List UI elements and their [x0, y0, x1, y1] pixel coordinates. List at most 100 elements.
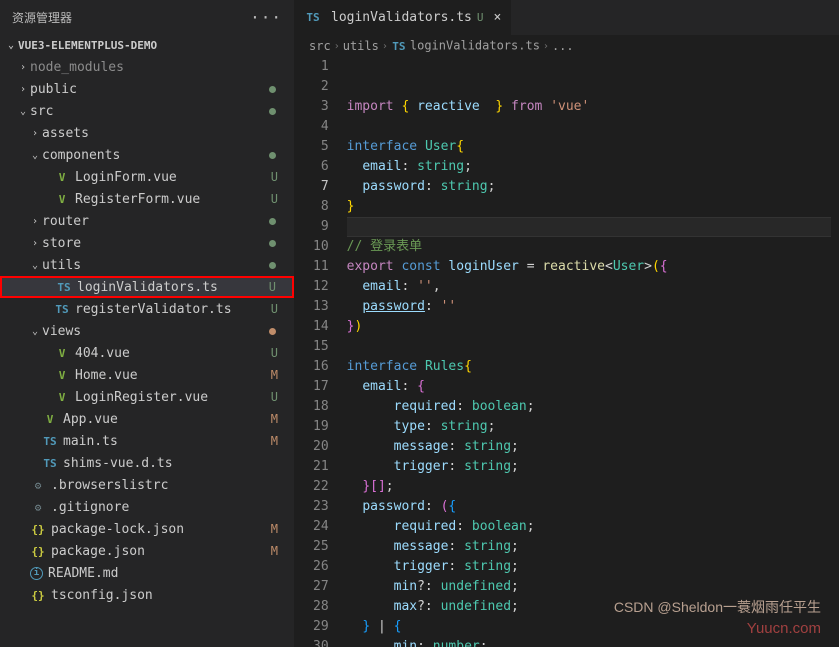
- breadcrumb-segment[interactable]: utils: [343, 39, 379, 53]
- code-editor[interactable]: 1234567891011121314151617181920212223242…: [295, 57, 839, 647]
- chevron-right-icon: ›: [28, 216, 42, 227]
- file-shims-vue.d.ts[interactable]: TSshims-vue.d.ts: [0, 452, 294, 474]
- line-number: 16: [313, 357, 329, 377]
- line-number: 22: [313, 477, 329, 497]
- file-package.json[interactable]: {}package.jsonM: [0, 540, 294, 562]
- chevron-down-icon: ⌄: [28, 150, 42, 161]
- code-line[interactable]: trigger: string;: [347, 557, 831, 577]
- file-README.md[interactable]: iREADME.md: [0, 562, 294, 584]
- explorer-sidebar: 资源管理器 ··· ⌄ VUE3-ELEMENTPLUS-DEMO ›node_…: [0, 0, 295, 647]
- git-status: U: [269, 280, 276, 294]
- file-tsconfig.json[interactable]: {}tsconfig.json: [0, 584, 294, 606]
- file-main.ts[interactable]: TSmain.tsM: [0, 430, 294, 452]
- item-label: LoginForm.vue: [75, 170, 271, 185]
- file-RegisterForm.vue[interactable]: VRegisterForm.vueU: [0, 188, 294, 210]
- code-line[interactable]: [347, 217, 831, 237]
- code-line[interactable]: password: '': [347, 297, 831, 317]
- explorer-title: 资源管理器: [12, 9, 72, 26]
- file-App.vue[interactable]: VApp.vueM: [0, 408, 294, 430]
- item-label: RegisterForm.vue: [75, 192, 271, 207]
- more-actions-icon[interactable]: ···: [250, 8, 282, 27]
- item-label: utils: [42, 258, 269, 273]
- code-line[interactable]: }[];: [347, 477, 831, 497]
- code-line[interactable]: interface User{: [347, 137, 831, 157]
- folder-public[interactable]: ›public: [0, 78, 294, 100]
- code-line[interactable]: trigger: string;: [347, 457, 831, 477]
- code-line[interactable]: [347, 117, 831, 137]
- item-label: 404.vue: [75, 346, 271, 361]
- file-404.vue[interactable]: V404.vueU: [0, 342, 294, 364]
- folder-components[interactable]: ⌄components: [0, 144, 294, 166]
- code-line[interactable]: email: {: [347, 377, 831, 397]
- code-line[interactable]: }: [347, 197, 831, 217]
- code-line[interactable]: message: string;: [347, 437, 831, 457]
- git-status: M: [271, 522, 278, 536]
- file-registerValidator.ts[interactable]: TSregisterValidator.tsU: [0, 298, 294, 320]
- item-label: node_modules: [30, 60, 286, 75]
- file-loginValidators.ts[interactable]: TSloginValidators.tsU: [0, 276, 294, 298]
- status-dot: [269, 86, 276, 93]
- file-LoginRegister.vue[interactable]: VLoginRegister.vueU: [0, 386, 294, 408]
- tab-loginvalidators[interactable]: TS loginValidators.ts U ×: [295, 0, 512, 35]
- file-.browserslistrc[interactable]: ⚙.browserslistrc: [0, 474, 294, 496]
- code-line[interactable]: interface Rules{: [347, 357, 831, 377]
- breadcrumb-segment[interactable]: src: [309, 39, 331, 53]
- breadcrumb-segment[interactable]: ...: [552, 39, 574, 53]
- project-root[interactable]: ⌄ VUE3-ELEMENTPLUS-DEMO: [0, 35, 294, 56]
- vue-icon: V: [54, 191, 70, 207]
- code-line[interactable]: required: boolean;: [347, 517, 831, 537]
- chevron-down-icon: ⌄: [28, 260, 42, 271]
- line-number: 7: [313, 177, 329, 197]
- code-line[interactable]: }): [347, 317, 831, 337]
- line-number: 17: [313, 377, 329, 397]
- code-line[interactable]: type: string;: [347, 417, 831, 437]
- folder-utils[interactable]: ⌄utils: [0, 254, 294, 276]
- chevron-right-icon: ›: [28, 238, 42, 249]
- folder-src[interactable]: ⌄src: [0, 100, 294, 122]
- code-line[interactable]: min?: undefined;: [347, 577, 831, 597]
- file-package-lock.json[interactable]: {}package-lock.jsonM: [0, 518, 294, 540]
- code-content[interactable]: import { reactive } from 'vue' interface…: [347, 57, 831, 647]
- code-line[interactable]: password: string;: [347, 177, 831, 197]
- code-line[interactable]: message: string;: [347, 537, 831, 557]
- code-line[interactable]: import { reactive } from 'vue': [347, 97, 831, 117]
- item-label: shims-vue.d.ts: [63, 456, 286, 471]
- file-LoginForm.vue[interactable]: VLoginForm.vueU: [0, 166, 294, 188]
- line-number: 4: [313, 117, 329, 137]
- folder-router[interactable]: ›router: [0, 210, 294, 232]
- vue-icon: V: [54, 345, 70, 361]
- folder-assets[interactable]: ›assets: [0, 122, 294, 144]
- file-Home.vue[interactable]: VHome.vueM: [0, 364, 294, 386]
- code-line[interactable]: password: ({: [347, 497, 831, 517]
- code-line[interactable]: email: '',: [347, 277, 831, 297]
- item-label: assets: [42, 126, 286, 141]
- item-label: router: [42, 214, 269, 229]
- info-icon: i: [30, 567, 43, 580]
- folder-store[interactable]: ›store: [0, 232, 294, 254]
- code-line[interactable]: // 登录表单: [347, 237, 831, 257]
- folder-node_modules[interactable]: ›node_modules: [0, 56, 294, 78]
- line-number: 15: [313, 337, 329, 357]
- breadcrumbs[interactable]: src›utils›TSloginValidators.ts›...: [295, 35, 839, 57]
- code-line[interactable]: email: string;: [347, 157, 831, 177]
- code-line[interactable]: export const loginUser = reactive<User>(…: [347, 257, 831, 277]
- tab-label: loginValidators.ts: [331, 10, 472, 25]
- line-number: 9: [313, 217, 329, 237]
- vue-icon: V: [54, 389, 70, 405]
- breadcrumb-segment[interactable]: TSloginValidators.ts: [391, 38, 540, 54]
- file-.gitignore[interactable]: ⚙.gitignore: [0, 496, 294, 518]
- status-dot: [269, 218, 276, 225]
- code-line[interactable]: [347, 337, 831, 357]
- minimap[interactable]: [831, 57, 839, 647]
- chevron-right-icon: ›: [28, 128, 42, 139]
- line-number: 11: [313, 257, 329, 277]
- folder-views[interactable]: ⌄views: [0, 320, 294, 342]
- line-number: 28: [313, 597, 329, 617]
- line-number: 8: [313, 197, 329, 217]
- line-numbers: 1234567891011121314151617181920212223242…: [295, 57, 347, 647]
- close-icon[interactable]: ×: [494, 10, 502, 25]
- chevron-right-icon: ›: [543, 41, 549, 52]
- vue-icon: V: [54, 367, 70, 383]
- item-label: loginValidators.ts: [77, 280, 269, 295]
- code-line[interactable]: required: boolean;: [347, 397, 831, 417]
